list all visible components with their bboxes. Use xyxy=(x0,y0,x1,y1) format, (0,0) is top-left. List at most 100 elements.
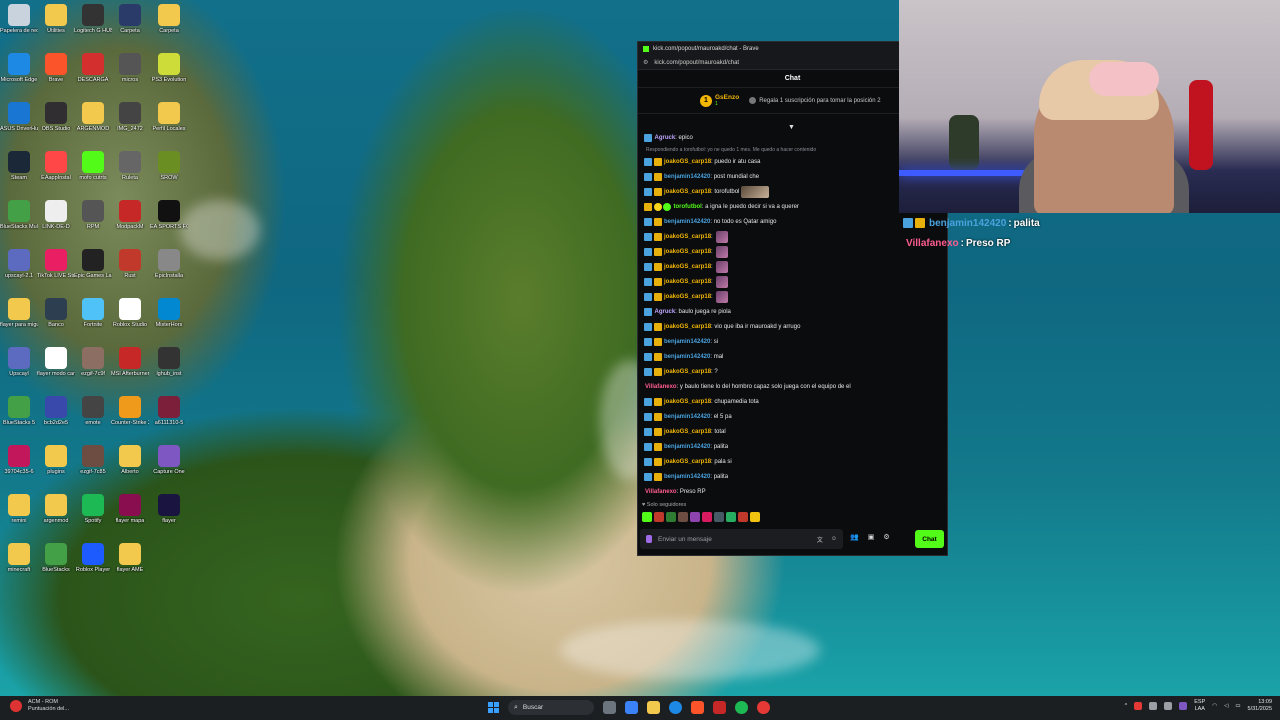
desktop-icon[interactable]: flayer mapa xyxy=(111,494,149,524)
blue-badge-icon[interactable] xyxy=(644,367,652,376)
desktop-icon[interactable]: plugins xyxy=(37,445,75,475)
quick-emote[interactable] xyxy=(738,512,748,522)
chat-username[interactable]: joakoGS_carp18 xyxy=(664,324,711,330)
chat-emote[interactable] xyxy=(716,275,729,288)
green-badge-icon[interactable] xyxy=(663,202,671,211)
start-button[interactable] xyxy=(488,702,499,713)
chat-message[interactable]: joakoGS_carp18: chupamedia tota xyxy=(644,394,944,409)
blue-badge-icon[interactable] xyxy=(644,277,652,286)
gold-badge-icon[interactable] xyxy=(653,397,662,406)
quick-emote[interactable] xyxy=(726,512,736,522)
desktop-icon[interactable]: Ruleta xyxy=(111,151,149,181)
desktop-icon[interactable]: BlueStacks xyxy=(37,543,75,573)
quick-emote[interactable] xyxy=(666,512,676,522)
chat-username[interactable]: joakoGS_carp18 xyxy=(664,429,711,435)
chat-message[interactable]: joakoGS_carp18: vio que iba ir mauroakd … xyxy=(644,319,944,334)
site-settings-icon[interactable]: ⚙ xyxy=(643,59,648,66)
gold-badge-icon[interactable] xyxy=(653,442,662,451)
desktop-icon[interactable]: Utilities xyxy=(37,4,75,34)
desktop-icon[interactable]: flayer AME xyxy=(111,543,149,573)
gift-prompt[interactable]: Regala 1 suscripción para tomar la posic… xyxy=(759,98,880,104)
desktop-icon[interactable]: Capture One xyxy=(150,445,188,475)
chat-username[interactable]: joakoGS_carp18 xyxy=(664,279,711,285)
chat-input[interactable]: Enviar un mensaje 文 ☺ xyxy=(640,529,843,549)
chat-emote[interactable] xyxy=(716,260,729,273)
tray-app-icon[interactable] xyxy=(1164,702,1173,710)
blue-badge-icon[interactable] xyxy=(644,412,652,421)
desktop-icon[interactable]: Counter-Strike 2 xyxy=(111,396,149,426)
chat-username[interactable]: Agruck xyxy=(655,309,676,315)
blue-badge-icon[interactable] xyxy=(644,397,652,406)
task-view-icon[interactable] xyxy=(603,701,616,714)
chat-emote[interactable] xyxy=(716,290,729,303)
chat-message[interactable]: benjamin142420: palita xyxy=(644,439,944,454)
desktop-icon[interactable]: remini xyxy=(0,494,38,524)
blue-badge-icon[interactable] xyxy=(644,472,652,481)
quick-emote[interactable] xyxy=(678,512,688,522)
gold-badge-icon[interactable] xyxy=(653,322,662,331)
chat-message[interactable]: joakoGS_carp18: total xyxy=(644,424,944,439)
desktop-icon[interactable]: Alberto xyxy=(111,445,149,475)
desktop-icon[interactable]: ezgif-7c9f xyxy=(74,347,112,377)
desktop-icon[interactable]: BlueStacks 5 xyxy=(0,396,38,426)
desktop-icon[interactable]: Rust xyxy=(111,249,149,279)
blue-badge-icon[interactable] xyxy=(644,307,652,316)
desktop-icon[interactable]: EAappInstal xyxy=(37,151,75,181)
gold-badge-icon[interactable] xyxy=(653,352,662,361)
blue-badge-icon[interactable] xyxy=(644,322,652,331)
blue-badge-icon[interactable] xyxy=(644,457,652,466)
desktop-icon[interactable]: lghub_inst xyxy=(150,347,188,377)
chat-username[interactable]: torofutbol xyxy=(674,204,702,210)
gold-badge-icon[interactable] xyxy=(653,247,662,256)
desktop-icon[interactable]: LINK-DE-D xyxy=(37,200,75,230)
wifi-icon[interactable]: ◠ xyxy=(1212,703,1217,709)
quick-emote[interactable] xyxy=(690,512,700,522)
send-chat-button[interactable]: Chat xyxy=(915,530,944,548)
desktop-icon[interactable]: 39704c35-6 xyxy=(0,445,38,475)
quick-emote[interactable] xyxy=(654,512,664,522)
blue-badge-icon[interactable] xyxy=(644,247,652,256)
mic-icon[interactable] xyxy=(646,535,652,543)
desktop-icon[interactable]: Roblox Studio xyxy=(111,298,149,328)
desktop-icon[interactable]: Perfil Locales xyxy=(150,102,188,132)
chat-message[interactable]: joakoGS_carp18: xyxy=(644,259,944,274)
chat-message[interactable]: joakoGS_carp18: ? xyxy=(644,364,944,379)
desktop-icon[interactable]: Banco xyxy=(37,298,75,328)
desktop-icon[interactable]: DESCARGA xyxy=(74,53,112,83)
desktop-icon[interactable]: bcb2d2e5 xyxy=(37,396,75,426)
file-explorer-icon[interactable] xyxy=(647,701,660,714)
desktop-icon[interactable]: a6111310-5 xyxy=(150,396,188,426)
volume-icon[interactable]: ◁ xyxy=(1224,703,1228,709)
taskbar-search[interactable]: ⌕ Buscar xyxy=(508,700,594,715)
blue-badge-icon[interactable] xyxy=(644,172,652,181)
desktop-icon[interactable]: flayer modo carrera xyxy=(37,347,75,377)
blue-badge-icon[interactable] xyxy=(644,292,652,301)
chat-message[interactable]: Villafanexo: y baulo tiene lo del hombro… xyxy=(644,379,944,394)
tray-app-icon[interactable] xyxy=(1179,702,1188,710)
desktop-icon[interactable]: upscayl-2.1 xyxy=(0,249,38,279)
desktop-icon[interactable]: ASUS DriverHub xyxy=(0,102,38,132)
blue-badge-icon[interactable] xyxy=(644,157,652,166)
leaderboard-user[interactable]: GsEnzo xyxy=(715,94,739,101)
brave-icon[interactable] xyxy=(691,701,704,714)
gold-badge-icon[interactable] xyxy=(644,202,652,211)
chat-username[interactable]: joakoGS_carp18 xyxy=(664,369,711,375)
url-text[interactable]: kick.com/popout/mauroakd/chat xyxy=(654,60,739,66)
chat-input-placeholder[interactable]: Enviar un mensaje xyxy=(658,536,809,543)
quick-emote[interactable] xyxy=(714,512,724,522)
gold-badge-icon[interactable] xyxy=(653,427,662,436)
chat-username[interactable]: benjamin142420 xyxy=(664,354,710,360)
blue-badge-icon[interactable] xyxy=(644,442,652,451)
edge-icon[interactable] xyxy=(669,701,682,714)
chat-username[interactable]: benjamin142420 xyxy=(664,174,710,180)
chat-message[interactable]: benjamin142420: el 5 pa xyxy=(644,409,944,424)
chat-message[interactable]: Agruck: baulo juega re piola xyxy=(644,304,944,319)
tray-app-icon[interactable] xyxy=(1134,702,1143,710)
blue-badge-icon[interactable] xyxy=(644,133,652,142)
chat-username[interactable]: benjamin142420 xyxy=(664,339,710,345)
desktop-icon[interactable]: minecraft xyxy=(0,543,38,573)
obs-icon[interactable] xyxy=(757,701,770,714)
language-indicator[interactable]: ESP LAA xyxy=(1194,699,1205,713)
desktop-icon[interactable]: flayer para miguel xyxy=(0,298,38,328)
tray-chevron-icon[interactable]: ^ xyxy=(1125,703,1128,709)
